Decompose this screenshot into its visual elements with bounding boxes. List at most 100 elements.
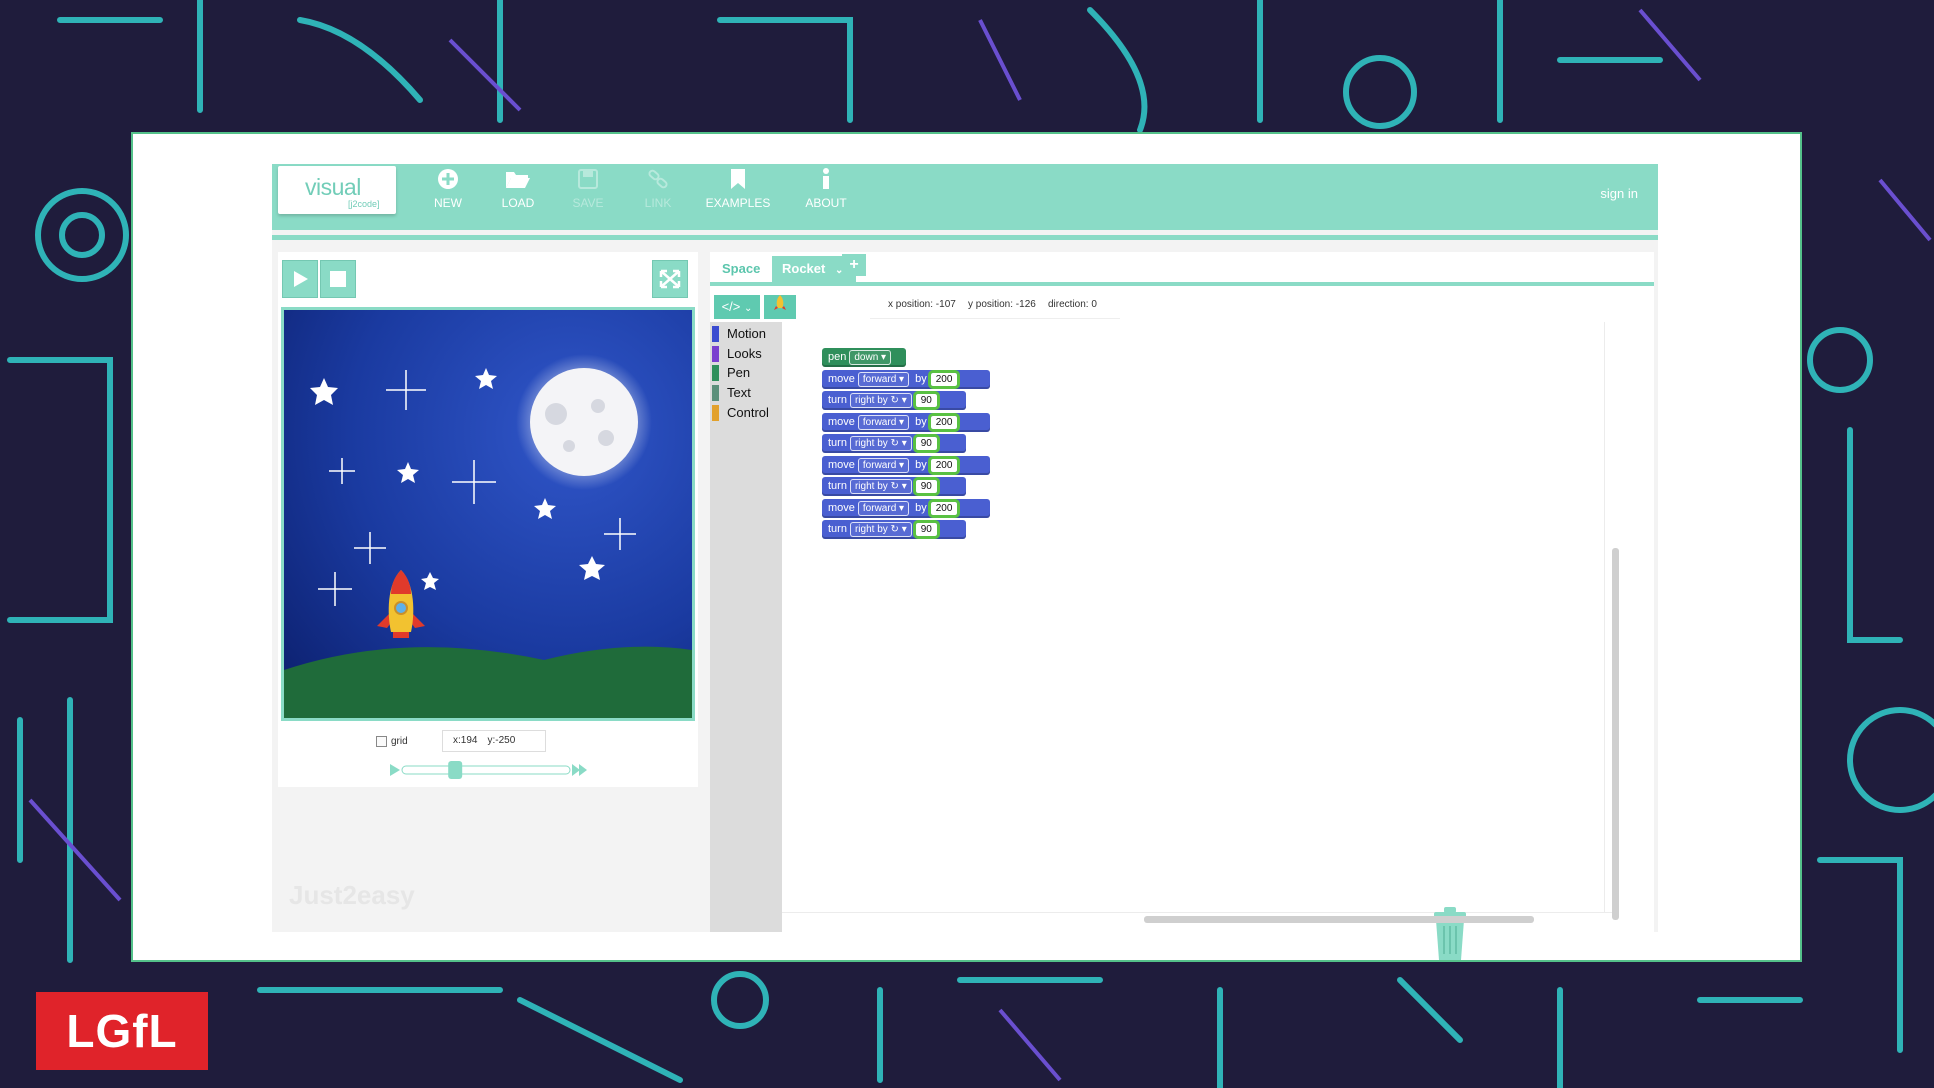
slow-icon [390, 764, 400, 776]
move-block[interactable]: move forward ▾ by 200 [822, 456, 990, 475]
save-icon [558, 168, 618, 196]
code-view-toggle[interactable]: </> ⌄ [714, 295, 760, 319]
tab-rocket-label: Rocket [782, 261, 826, 276]
y-position: y position: -126 [968, 299, 1036, 310]
block-palette: Motion Looks Pen Text Control [710, 322, 782, 932]
palette-control-label: Control [727, 405, 769, 420]
palette-motion-label: Motion [727, 326, 767, 341]
block-keyword: pen [828, 351, 847, 363]
block-dropdown-value: forward [862, 417, 897, 428]
play-icon [294, 271, 308, 287]
block-number-input[interactable]: 90 [912, 434, 940, 453]
app-logo[interactable]: visual [j2code] [278, 166, 396, 214]
add-sprite-button[interactable]: + [842, 254, 866, 276]
grid-checkbox[interactable] [376, 736, 387, 747]
move-block[interactable]: move forward ▾ by 200 [822, 413, 990, 432]
block-keyword: move [828, 502, 855, 514]
palette-looks-label: Looks [727, 346, 762, 361]
grid-toggle[interactable]: grid [376, 736, 408, 747]
folder-open-icon [488, 168, 548, 196]
load-label: LOAD [501, 196, 535, 210]
block-keyword: turn [828, 523, 847, 535]
palette-pen[interactable]: Pen [712, 365, 750, 381]
link-icon [628, 168, 688, 196]
block-dropdown-value: forward [862, 460, 897, 471]
block-number-input[interactable]: 200 [927, 413, 961, 432]
block-dropdown-value: right by ↻ [854, 481, 899, 492]
fast-forward-icon [572, 764, 587, 776]
block-dropdown[interactable]: forward ▾ [857, 501, 910, 516]
block-number-input[interactable]: 200 [927, 499, 961, 518]
load-button[interactable]: LOAD [488, 168, 548, 210]
examples-button[interactable]: EXAMPLES [698, 168, 778, 210]
turn-block[interactable]: turn right by ↻ ▾ 90 [822, 520, 966, 539]
block-number-input[interactable]: 200 [927, 370, 961, 389]
lgfl-logo: LGfL [36, 992, 208, 1070]
stage-canvas[interactable] [281, 307, 695, 721]
fullscreen-button[interactable] [652, 260, 688, 298]
block-dropdown[interactable]: right by ↻ ▾ [849, 522, 912, 537]
block-keyword: move [828, 459, 855, 471]
turn-block[interactable]: turn right by ↻ ▾ 90 [822, 391, 966, 410]
hills [284, 646, 692, 718]
tab-space[interactable]: Space [712, 256, 770, 282]
turn-block[interactable]: turn right by ↻ ▾ 90 [822, 477, 966, 496]
stage-panel: grid x:194 y:-250 [278, 252, 698, 787]
block-number-input[interactable]: 90 [912, 477, 940, 496]
mouse-x: x:194 [453, 735, 478, 746]
vertical-scrollbar[interactable] [1612, 548, 1619, 920]
horizontal-scrollbar[interactable] [1144, 916, 1534, 923]
sprite-costume-button[interactable] [764, 295, 796, 319]
block-dropdown[interactable]: forward ▾ [857, 458, 910, 473]
move-block[interactable]: move forward ▾ by 200 [822, 370, 990, 389]
sign-in-link[interactable]: sign in [1600, 186, 1638, 201]
pen-block[interactable]: pen down ▾ [822, 348, 906, 367]
visual-j2code-app: visual [j2code] NEW LOAD SAVE LINK EXAMP… [272, 164, 1658, 960]
block-by: by [915, 459, 927, 471]
bookmark-icon [698, 168, 778, 196]
palette-text[interactable]: Text [712, 385, 751, 401]
script-workspace[interactable]: pen down ▾ move forward ▾ by 200 turn right b… [782, 322, 1654, 960]
logo-subtext: [j2code] [348, 199, 380, 209]
move-block[interactable]: move forward ▾ by 200 [822, 499, 990, 518]
block-dropdown[interactable]: forward ▾ [857, 415, 910, 430]
block-number-input[interactable]: 90 [912, 520, 940, 539]
speed-slider-thumb[interactable] [448, 761, 463, 779]
block-number-input[interactable]: 200 [927, 456, 961, 475]
block-dropdown[interactable]: down ▾ [849, 350, 892, 365]
space-scene [284, 310, 692, 718]
block-by: by [915, 373, 927, 385]
link-button[interactable]: LINK [628, 168, 688, 210]
x-position: x position: -107 [888, 299, 956, 310]
block-dropdown-value: forward [862, 374, 897, 385]
plus-circle-icon [418, 168, 478, 196]
mouse-coordinates: x:194 y:-250 [442, 730, 546, 752]
block-keyword: turn [828, 480, 847, 492]
save-button[interactable]: SAVE [558, 168, 618, 210]
code-panel: Space Rocket ⌄ + </> ⌄ x position: -107 … [710, 252, 1654, 960]
new-button[interactable]: NEW [418, 168, 478, 210]
grid-label: grid [391, 736, 408, 748]
palette-motion[interactable]: Motion [712, 326, 766, 342]
block-keyword: turn [828, 394, 847, 406]
block-dropdown-value: right by ↻ [854, 524, 899, 535]
block-dropdown[interactable]: right by ↻ ▾ [849, 479, 912, 494]
trash-icon[interactable] [1430, 906, 1470, 962]
block-number-input[interactable]: 90 [912, 391, 940, 410]
about-button[interactable]: ABOUT [796, 168, 856, 210]
palette-looks[interactable]: Looks [712, 346, 762, 362]
block-dropdown[interactable]: right by ↻ ▾ [849, 393, 912, 408]
block-dropdown[interactable]: right by ↻ ▾ [849, 436, 912, 451]
code-icon: </> [721, 299, 741, 314]
block-keyword: move [828, 416, 855, 428]
block-dropdown-value: right by ↻ [854, 395, 899, 406]
stop-button[interactable] [320, 260, 356, 298]
palette-control[interactable]: Control [712, 405, 769, 421]
run-button[interactable] [282, 260, 318, 298]
about-label: ABOUT [805, 196, 847, 210]
speed-slider[interactable] [388, 760, 588, 780]
stop-icon [330, 271, 346, 287]
turn-block[interactable]: turn right by ↻ ▾ 90 [822, 434, 966, 453]
sprite-info-bar: x position: -107 y position: -126 direct… [870, 292, 1120, 319]
block-dropdown[interactable]: forward ▾ [857, 372, 910, 387]
